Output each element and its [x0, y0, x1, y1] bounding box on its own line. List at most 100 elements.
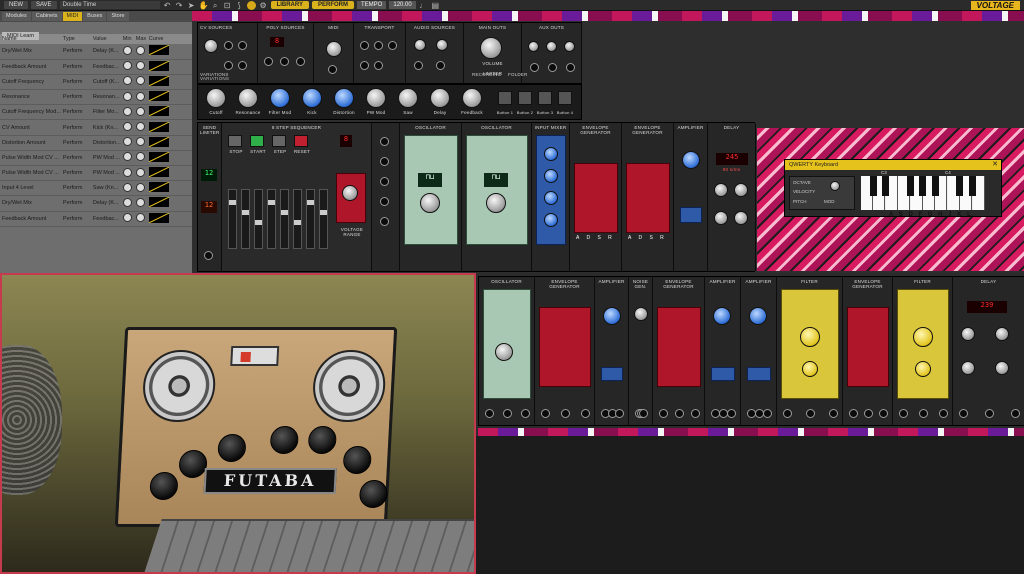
preset-name-field[interactable]: Double Time: [59, 1, 160, 9]
step-fader[interactable]: [241, 189, 250, 249]
black-key[interactable]: [881, 176, 889, 196]
fader-cap[interactable]: [294, 220, 301, 225]
cursor-icon[interactable]: ➤: [187, 1, 196, 10]
lock-icon[interactable]: ⊡: [223, 1, 232, 10]
min-knob[interactable]: [120, 119, 134, 136]
jack[interactable]: [566, 63, 575, 72]
tone-knob[interactable]: [961, 361, 975, 375]
table-row[interactable]: Pulse Width Mod CV ... Perform PW Mod ...: [0, 165, 192, 182]
col-min[interactable]: Min: [120, 34, 134, 44]
curve-editor[interactable]: [146, 195, 192, 212]
tempo-value-field[interactable]: 120.00: [389, 1, 416, 9]
jack[interactable]: [548, 63, 557, 72]
module-audio-sources[interactable]: AUDIO SOURCES: [406, 23, 464, 83]
col-max[interactable]: Max: [133, 34, 147, 44]
jack[interactable]: [829, 409, 838, 418]
module-amplifier[interactable]: AMPLIFIER: [705, 277, 741, 425]
module-envelope-generator[interactable]: ENVELOPE GENERATOR: [653, 277, 705, 425]
black-key[interactable]: [869, 176, 877, 196]
frequency-knob[interactable]: [486, 193, 506, 213]
qwerty-title-bar[interactable]: QWERTY Keyboard ✕: [785, 160, 1001, 170]
response-switch[interactable]: [601, 367, 623, 381]
jack[interactable]: [436, 61, 445, 70]
metronome-icon[interactable]: ♩: [419, 1, 428, 10]
max-knob[interactable]: [133, 180, 147, 197]
table-row[interactable]: Input 4 Level Perform Saw (Kn...: [0, 180, 192, 197]
jack[interactable]: [360, 61, 369, 70]
jack[interactable]: [380, 177, 389, 186]
jack[interactable]: [204, 251, 213, 260]
feedback-knob[interactable]: [734, 183, 748, 197]
jack[interactable]: [485, 409, 494, 418]
aux-knob[interactable]: [564, 41, 575, 52]
response-switch[interactable]: [680, 207, 702, 223]
cutoff-knob[interactable]: [800, 327, 820, 347]
variation-knob[interactable]: [334, 88, 354, 108]
jack[interactable]: [388, 41, 397, 50]
time-knob[interactable]: [961, 327, 975, 341]
mix-knob[interactable]: [995, 361, 1009, 375]
tab-store[interactable]: Store: [107, 12, 129, 21]
volume-knob[interactable]: [480, 37, 502, 59]
variation-knob[interactable]: [398, 88, 418, 108]
zoom-icon[interactable]: ⌕: [211, 1, 220, 10]
variation-knob[interactable]: [206, 88, 226, 108]
jack[interactable]: [530, 63, 539, 72]
curve-editor[interactable]: [146, 74, 192, 91]
octave-knob[interactable]: [830, 181, 840, 191]
table-row[interactable]: CV Amount Perform Kick (Kn...: [0, 119, 192, 136]
step-fader[interactable]: [319, 189, 328, 249]
jack[interactable]: [727, 409, 736, 418]
cutoff-knob[interactable]: [913, 327, 933, 347]
jack[interactable]: [541, 409, 550, 418]
step-fader[interactable]: [306, 189, 315, 249]
mixer-knob[interactable]: [544, 169, 558, 183]
feedback-knob[interactable]: [995, 327, 1009, 341]
max-knob[interactable]: [133, 119, 147, 136]
new-button[interactable]: NEW: [4, 1, 28, 9]
black-key[interactable]: [919, 176, 927, 196]
audio-knob[interactable]: [414, 39, 426, 51]
response-switch[interactable]: [711, 367, 735, 381]
curve-editor[interactable]: [146, 211, 192, 227]
midi-knob[interactable]: [326, 41, 342, 57]
record-icon[interactable]: [246, 0, 256, 10]
jack[interactable]: [521, 409, 530, 418]
curve-editor[interactable]: [146, 180, 192, 197]
aux-knob[interactable]: [528, 41, 539, 52]
tab-modules[interactable]: Modules: [2, 12, 31, 21]
jack[interactable]: [374, 61, 383, 70]
voltage-range-knob[interactable]: [342, 185, 358, 201]
variation-knob[interactable]: [302, 88, 322, 108]
black-key[interactable]: [906, 176, 914, 196]
tab-cabinets[interactable]: Cabinets: [31, 12, 62, 21]
cv-knob[interactable]: [204, 39, 218, 53]
max-knob[interactable]: [133, 165, 147, 182]
min-knob[interactable]: [120, 74, 134, 91]
col-value[interactable]: Value: [90, 34, 121, 44]
gain-knob[interactable]: [713, 307, 731, 325]
jack[interactable]: [849, 409, 858, 418]
fader-cap[interactable]: [268, 200, 275, 205]
response-switch[interactable]: [747, 367, 771, 381]
module-amplifier[interactable]: AMPLIFIER: [595, 277, 629, 425]
step-fader[interactable]: [254, 189, 263, 249]
jack[interactable]: [939, 409, 948, 418]
table-row[interactable]: Resonance Perform Resonan...: [0, 89, 192, 106]
curve-editor[interactable]: [146, 104, 192, 121]
table-row[interactable]: Feedback Amount Perform Feedbac...: [0, 211, 192, 227]
resonance-knob[interactable]: [915, 361, 931, 377]
min-knob[interactable]: [120, 135, 134, 151]
module-envelope-generator[interactable]: ENVELOPE GENERATOR: [843, 277, 893, 425]
mixer-knob[interactable]: [544, 147, 558, 161]
jack[interactable]: [985, 409, 994, 418]
jack[interactable]: [899, 409, 908, 418]
min-knob[interactable]: [120, 165, 134, 182]
cable-icon[interactable]: ⟆: [235, 1, 244, 10]
table-row[interactable]: Dry/Wet Mix Perform Delay (K...: [0, 44, 192, 60]
min-knob[interactable]: [120, 44, 134, 60]
black-key[interactable]: [956, 176, 964, 196]
max-knob[interactable]: [133, 135, 147, 151]
jack[interactable]: [691, 409, 700, 418]
jack[interactable]: [380, 137, 389, 146]
